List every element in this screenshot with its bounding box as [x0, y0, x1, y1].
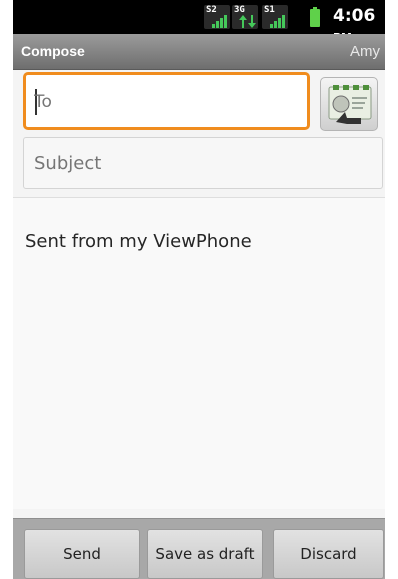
sim2-signal-icon: S1 [262, 5, 288, 29]
body-signature: Sent from my ViewPhone [25, 231, 252, 252]
address-book-icon [328, 85, 372, 124]
to-field-container[interactable] [23, 72, 310, 130]
discard-button[interactable]: Discard [273, 529, 384, 579]
data-3g-icon: 3G [232, 5, 258, 29]
subject-input[interactable] [34, 150, 364, 176]
action-bar: Send Save as draft Discard [13, 518, 385, 579]
message-body[interactable]: Sent from my ViewPhone [13, 197, 385, 509]
to-input[interactable] [34, 89, 294, 115]
title-bar: Compose Amy [13, 34, 385, 70]
compose-form: Sent from my ViewPhone [13, 70, 385, 518]
data-3g-label: 3G [234, 5, 245, 15]
save-draft-button[interactable]: Save as draft [147, 529, 263, 579]
status-bar: S2 3G S1 4:06 PM [13, 0, 385, 44]
page-title: Compose [21, 43, 85, 59]
sim1-signal-icon: S2 [204, 5, 230, 29]
subject-field-container[interactable] [23, 137, 383, 189]
clock-time: 4:06 [333, 6, 376, 26]
battery-icon [310, 7, 320, 27]
send-button[interactable]: Send [24, 529, 140, 579]
account-name: Amy [350, 43, 380, 60]
add-contact-button[interactable] [320, 77, 378, 131]
